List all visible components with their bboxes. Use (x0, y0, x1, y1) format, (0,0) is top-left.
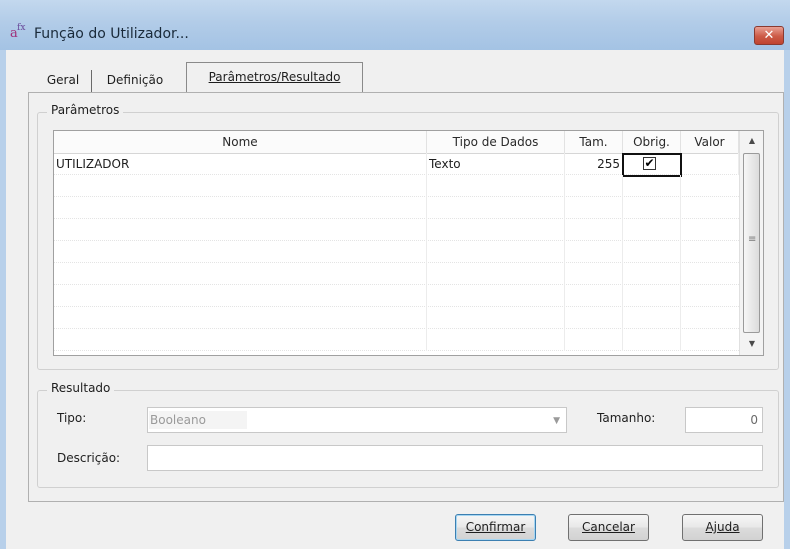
table-row[interactable] (54, 307, 739, 329)
table-row[interactable] (54, 219, 739, 241)
empty-cell[interactable] (427, 241, 565, 263)
empty-cell[interactable] (623, 263, 681, 285)
scroll-up-button[interactable]: ▲ (740, 131, 763, 151)
empty-cell[interactable] (623, 175, 681, 197)
table-row[interactable]: UTILIZADOR Texto 255 ✔ (54, 153, 739, 177)
column-header-nome[interactable]: Nome (54, 131, 427, 153)
tab-parametros-resultado-label: Parâmetros/Resultado (208, 70, 341, 84)
descricao-label: Descrição: (57, 451, 121, 465)
table-row[interactable] (54, 285, 739, 307)
window-title: Função do Utilizador... (34, 26, 189, 42)
cell-nome[interactable]: UTILIZADOR (54, 153, 427, 175)
cancelar-label: Cancelar (582, 520, 635, 534)
empty-cell[interactable] (623, 285, 681, 307)
dialog-window: a fx Função do Utilizador... ✕ Geral Defi… (0, 0, 790, 549)
empty-cell[interactable] (54, 307, 427, 329)
empty-cell[interactable] (54, 263, 427, 285)
table-row[interactable] (54, 263, 739, 285)
column-header-valor[interactable]: Valor (681, 131, 739, 153)
empty-cell[interactable] (54, 197, 427, 219)
vertical-scrollbar[interactable]: ▲ ≡ ▼ (739, 131, 763, 355)
tipo-label: Tipo: (57, 411, 87, 425)
resultado-group-label: Resultado (47, 381, 115, 395)
empty-cell[interactable] (565, 329, 623, 351)
empty-cell[interactable] (623, 219, 681, 241)
empty-cell[interactable] (54, 329, 427, 351)
window-frame-right (784, 50, 790, 549)
empty-cell[interactable] (565, 263, 623, 285)
tab-definicao-label: Definição (106, 73, 164, 87)
empty-cell[interactable] (565, 307, 623, 329)
empty-cell[interactable] (54, 285, 427, 307)
empty-cell[interactable] (565, 285, 623, 307)
cell-valor[interactable] (681, 153, 739, 175)
column-header-tam[interactable]: Tam. (565, 131, 623, 153)
tipo-value: Booleano (150, 413, 206, 427)
grid-header: Nome Tipo de Dados Tam. Obrig. Valor (54, 131, 739, 154)
empty-cell[interactable] (427, 197, 565, 219)
cell-tipo[interactable]: Texto (427, 153, 565, 175)
cancelar-button[interactable]: Cancelar (568, 514, 649, 541)
empty-cell[interactable] (565, 197, 623, 219)
table-row[interactable] (54, 241, 739, 263)
close-button[interactable]: ✕ (754, 26, 784, 45)
ajuda-label: Ajuda (705, 520, 740, 534)
empty-cell[interactable] (623, 241, 681, 263)
empty-cell[interactable] (54, 175, 427, 197)
tipo-select[interactable]: Booleano ▼ (147, 407, 567, 433)
title-bar[interactable]: a fx Função do Utilizador... ✕ (0, 0, 790, 50)
tab-parametros-resultado[interactable]: Parâmetros/Resultado (186, 62, 363, 92)
table-row[interactable] (54, 329, 739, 351)
empty-cell[interactable] (565, 175, 623, 197)
empty-cell[interactable] (427, 263, 565, 285)
tamanho-label: Tamanho: (597, 411, 656, 425)
chevron-down-icon: ▼ (748, 339, 756, 348)
table-row[interactable] (54, 175, 739, 197)
obrig-checkbox[interactable]: ✔ (643, 157, 656, 170)
empty-cell[interactable] (565, 241, 623, 263)
resultado-group (37, 390, 779, 488)
check-icon: ✔ (644, 156, 655, 170)
chevron-up-icon: ▲ (748, 136, 756, 145)
parametros-grid[interactable]: Nome Tipo de Dados Tam. Obrig. Valor UTI… (53, 130, 764, 356)
function-icon: a fx (10, 22, 28, 41)
tab-definicao[interactable]: Definição (95, 66, 175, 94)
parametros-group-label: Parâmetros (47, 103, 124, 117)
column-header-obrig[interactable]: Obrig. (623, 131, 681, 153)
scroll-down-button[interactable]: ▼ (740, 334, 763, 354)
scroll-thumb[interactable]: ≡ (743, 153, 760, 333)
tamanho-value: 0 (750, 413, 758, 427)
empty-cell[interactable] (54, 219, 427, 241)
tab-geral-label: Geral (46, 73, 80, 87)
chevron-down-icon: ▼ (553, 416, 560, 426)
grip-icon: ≡ (748, 234, 757, 245)
descricao-field[interactable] (147, 445, 763, 471)
table-row[interactable] (54, 197, 739, 219)
empty-cell[interactable] (427, 285, 565, 307)
empty-cell[interactable] (427, 307, 565, 329)
close-icon: ✕ (763, 28, 775, 43)
empty-cell[interactable] (427, 175, 565, 197)
tab-geral[interactable]: Geral (38, 66, 88, 94)
empty-cell[interactable] (623, 329, 681, 351)
empty-cell[interactable] (565, 219, 623, 241)
empty-cell[interactable] (427, 219, 565, 241)
empty-cell[interactable] (623, 307, 681, 329)
confirmar-label: Confirmar (465, 520, 526, 534)
empty-cell[interactable] (623, 197, 681, 219)
cell-obrig[interactable]: ✔ (622, 153, 682, 177)
tab-separator (91, 70, 92, 92)
svg-text:fx: fx (17, 23, 25, 33)
ajuda-button[interactable]: Ajuda (682, 514, 763, 541)
cell-tam[interactable]: 255 (565, 153, 623, 175)
column-header-tipo[interactable]: Tipo de Dados (427, 131, 565, 153)
empty-cell[interactable] (427, 329, 565, 351)
confirmar-button[interactable]: Confirmar (455, 514, 536, 541)
empty-cell[interactable] (54, 241, 427, 263)
tamanho-field[interactable]: 0 (685, 407, 763, 433)
